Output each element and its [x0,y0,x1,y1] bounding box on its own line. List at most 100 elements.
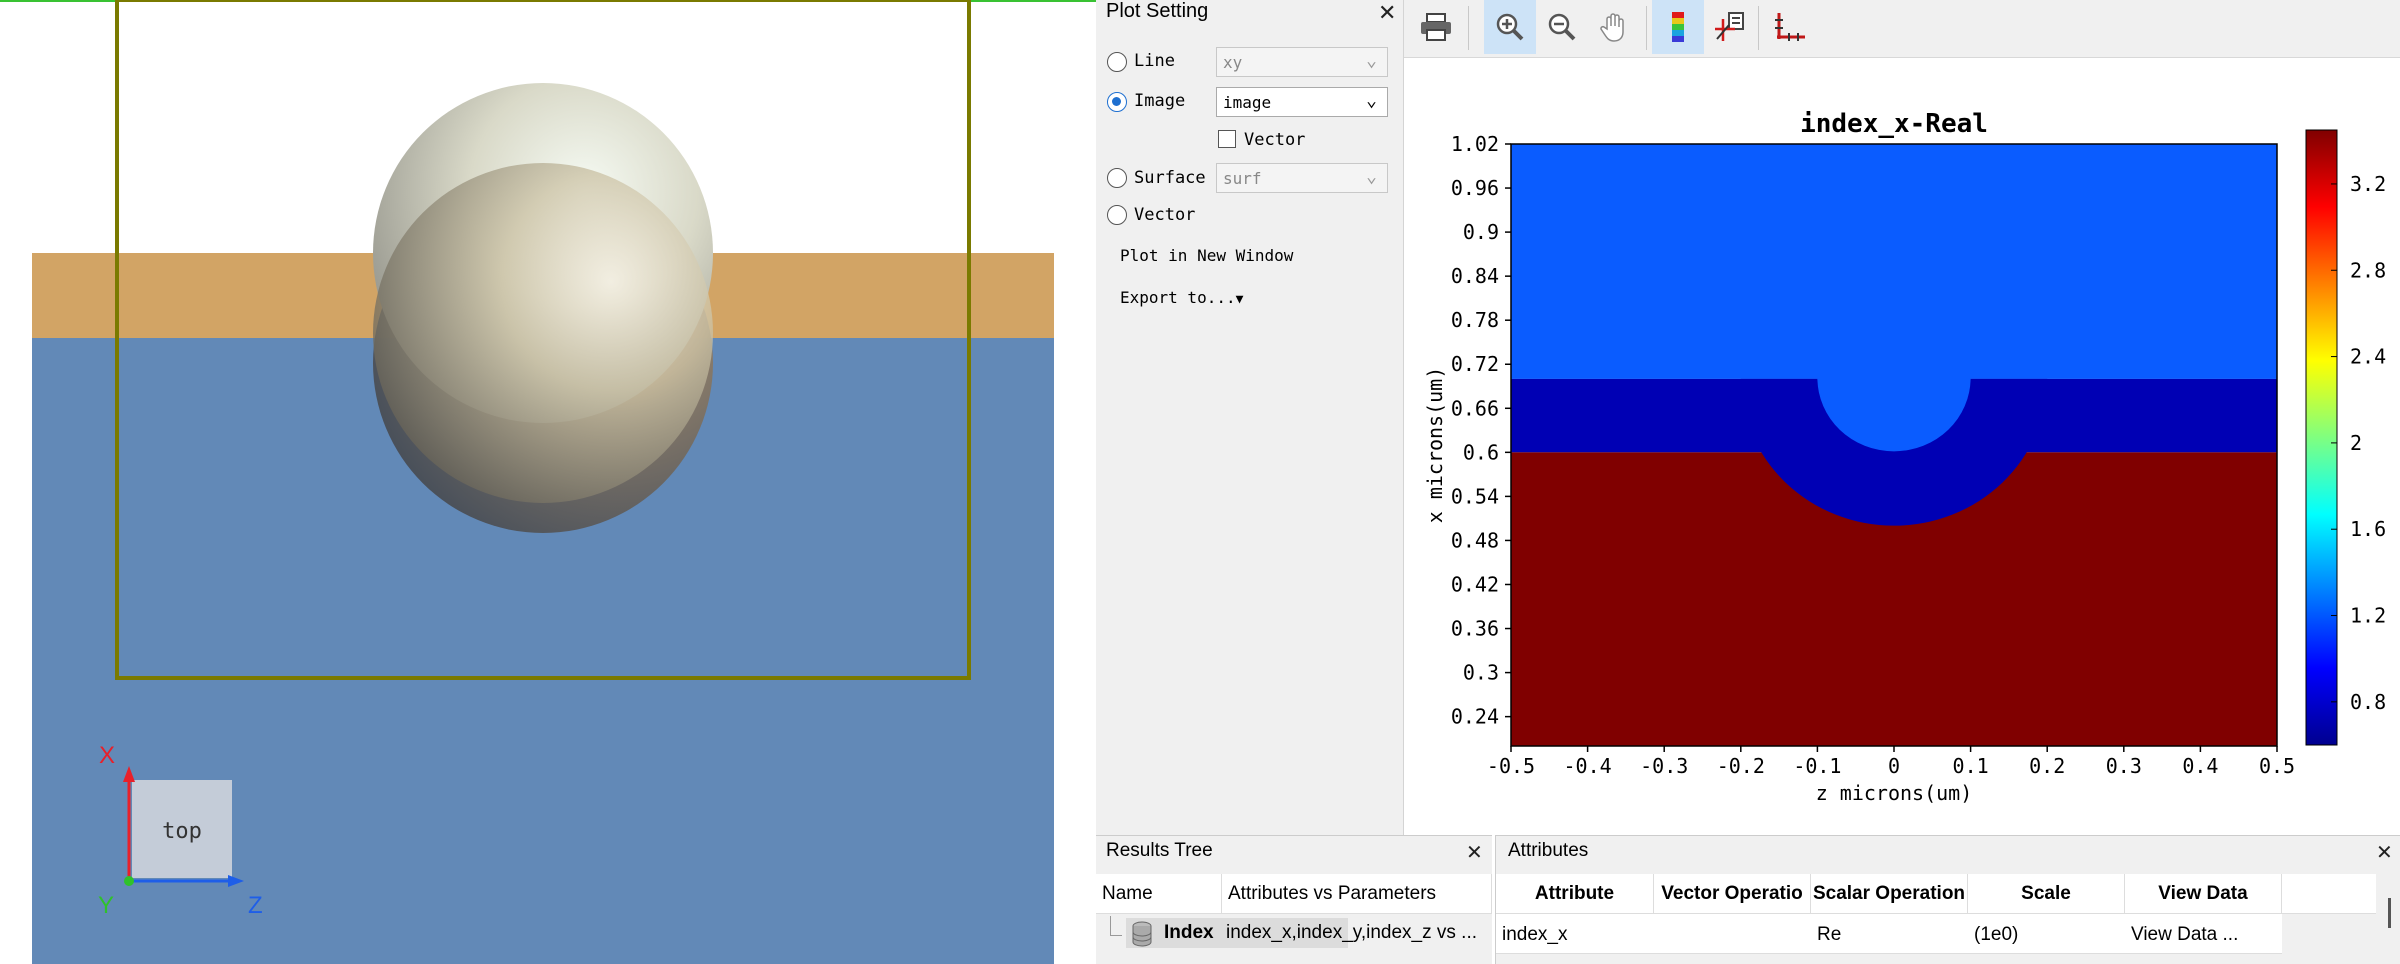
attributes-panel: Attributes ✕ Attribute Vector Operatio S… [1495,835,2400,964]
export-to-label: Export to... [1120,288,1236,307]
close-icon[interactable]: ✕ [2376,840,2393,865]
column-header-scalar-operation[interactable]: Scalar Operation [1811,874,1968,914]
y-tick-label: 0.48 [1451,528,1499,552]
pan-hand-icon[interactable] [1588,0,1640,54]
x-tick-label: -0.1 [1793,754,1841,778]
x-tick-label: 0.5 [2259,754,2295,778]
database-icon [1132,921,1152,947]
view-cube-label: top [162,819,202,844]
zoom-out-icon[interactable] [1536,0,1588,54]
column-header-name[interactable]: Name [1096,874,1222,914]
image-type-select[interactable]: image ⌄ [1216,87,1388,117]
colorbar-tick-label: 1.6 [2350,517,2386,541]
x-tick-label: 0.4 [2182,754,2218,778]
x-tick-label: -0.5 [1487,754,1535,778]
sphere-lower [373,163,713,503]
z-axis-label: Z [248,892,263,919]
y-tick-label: 0.42 [1451,572,1499,596]
y-axis-title: x microns(um) [1423,367,1447,524]
zoom-in-icon[interactable] [1484,0,1536,54]
line-option-label: Line [1134,51,1175,71]
3d-viewport[interactable]: top X Y Z [0,0,1096,964]
x-tick-label: -0.4 [1564,754,1612,778]
y-axis-ticks: 1.02 0.96 0.9 0.84 0.78 0.72 0.66 0.6 0.54 0.48 0.… [1451,132,1511,729]
column-header-attribute[interactable]: Attribute [1496,874,1654,914]
colorbar-tick-label: 0.8 [2350,690,2386,714]
image-type-value: image [1223,93,1272,112]
toolbar-separator [1468,6,1469,50]
caret-down-icon: ▼ [1235,292,1244,307]
plot-toolbar [1404,0,2400,58]
x-axis-title: z microns(um) [1816,781,1973,805]
y-tick-label: 0.36 [1451,617,1499,641]
plot-area: index_x-Real -0.5 -0.4 -0.3 -0.2 -0.1 0 0.1 0.2… [1404,0,2400,835]
x-tick-label: -0.3 [1640,754,1688,778]
vector-option-label: Vector [1134,205,1196,225]
print-icon[interactable] [1410,0,1462,54]
close-icon[interactable]: ✕ [1466,840,1483,865]
x-axis-ticks: -0.5 -0.4 -0.3 -0.2 -0.1 0 0.1 0.2 0.3 0.4 0.5 [1487,746,2295,778]
plot-in-new-window-button[interactable]: Plot in New Window [1120,246,1293,265]
image-radio[interactable] [1107,92,1127,112]
colorbar-tick-label: 2.4 [2350,345,2386,369]
y-tick-label: 0.6 [1463,440,1499,464]
x-tick-label: 0 [1888,754,1900,778]
scale-cell[interactable]: (1e0) [1974,924,2018,946]
colorbar-tick-label: 1.2 [2350,604,2386,628]
tree-connector [1110,916,1122,936]
region-upper [1511,144,2277,379]
y-tick-label: 0.9 [1463,220,1499,244]
region-core-cap [1817,376,1971,380]
column-header-view-data[interactable]: View Data [2125,874,2282,914]
scalar-operation-cell[interactable]: Re [1817,924,1841,946]
plot-setting-panel: Plot Setting ✕ Line xy ⌄ Image image ⌄ V… [1096,0,1404,835]
vector-radio[interactable] [1107,205,1127,225]
column-header-attributes[interactable]: Attributes vs Parameters [1222,874,1492,914]
chart-title: index_x-Real [1800,109,1988,139]
attribute-cell: index_x [1502,924,1568,945]
surface-radio[interactable] [1107,168,1127,188]
close-icon[interactable]: ✕ [1378,0,1396,26]
surface-type-select: surf ⌄ [1216,163,1388,193]
heatmap-image [1511,144,2277,746]
y-tick-label: 0.78 [1451,308,1499,332]
chevron-down-icon: ⌄ [1366,166,1377,187]
tree-item-name: Index [1164,922,1214,943]
data-cursor-icon[interactable] [1704,0,1756,54]
x-tick-label: -0.2 [1717,754,1765,778]
table-row[interactable]: index_x Re (1e0) View Data ... [1496,914,2282,954]
image-option-label: Image [1134,91,1186,111]
results-tree-panel: Results Tree ✕ Name Attributes vs Parame… [1096,835,1492,964]
y-tick-label: 0.54 [1451,484,1499,508]
line-type-select: xy ⌄ [1216,47,1388,77]
attributes-title: Attributes [1508,840,1589,861]
line-type-value: xy [1223,53,1243,72]
tree-item-attributes: index_x,index_y,index_z vs ... [1226,922,1478,943]
viewport-scene: top X Y Z [0,0,1096,964]
export-to-menu[interactable]: Export to...▼ [1120,288,1243,307]
colorbar-icon[interactable] [1652,0,1704,54]
colorbar-tick-label: 3.2 [2350,172,2386,196]
colorbar-tick-label: 2 [2350,431,2362,455]
y-tick-label: 0.96 [1451,176,1499,200]
scrollbar[interactable] [2388,898,2391,928]
vector-checkbox[interactable] [1218,130,1236,148]
results-tree-title: Results Tree [1106,840,1213,861]
index-chart[interactable]: index_x-Real -0.5 -0.4 -0.3 -0.2 -0.1 0 0.1 0.2… [1404,58,2400,835]
y-tick-label: 1.02 [1451,132,1499,156]
column-header-vector-operation[interactable]: Vector Operatio [1654,874,1811,914]
toolbar-separator [1758,6,1759,50]
y-tick-label: 0.72 [1451,352,1499,376]
y-tick-label: 0.66 [1451,396,1499,420]
view-data-cell[interactable]: View Data ... [2131,924,2238,946]
tree-row-index[interactable]: Index index_x,index_y,index_z vs ... [1096,916,1492,952]
colorbar-ticks: 3.2 2.8 2.4 2 1.6 1.2 0.8 [2331,172,2386,714]
colorbar-tick-label: 2.8 [2350,258,2386,282]
x-axis-label: X [99,742,115,769]
column-header-scale[interactable]: Scale [1968,874,2125,914]
colorbar [2305,129,2338,746]
y-tick-label: 0.3 [1463,661,1499,685]
toolbar-separator [1646,6,1647,50]
line-radio[interactable] [1107,52,1127,72]
axes-icon[interactable] [1764,0,1816,54]
